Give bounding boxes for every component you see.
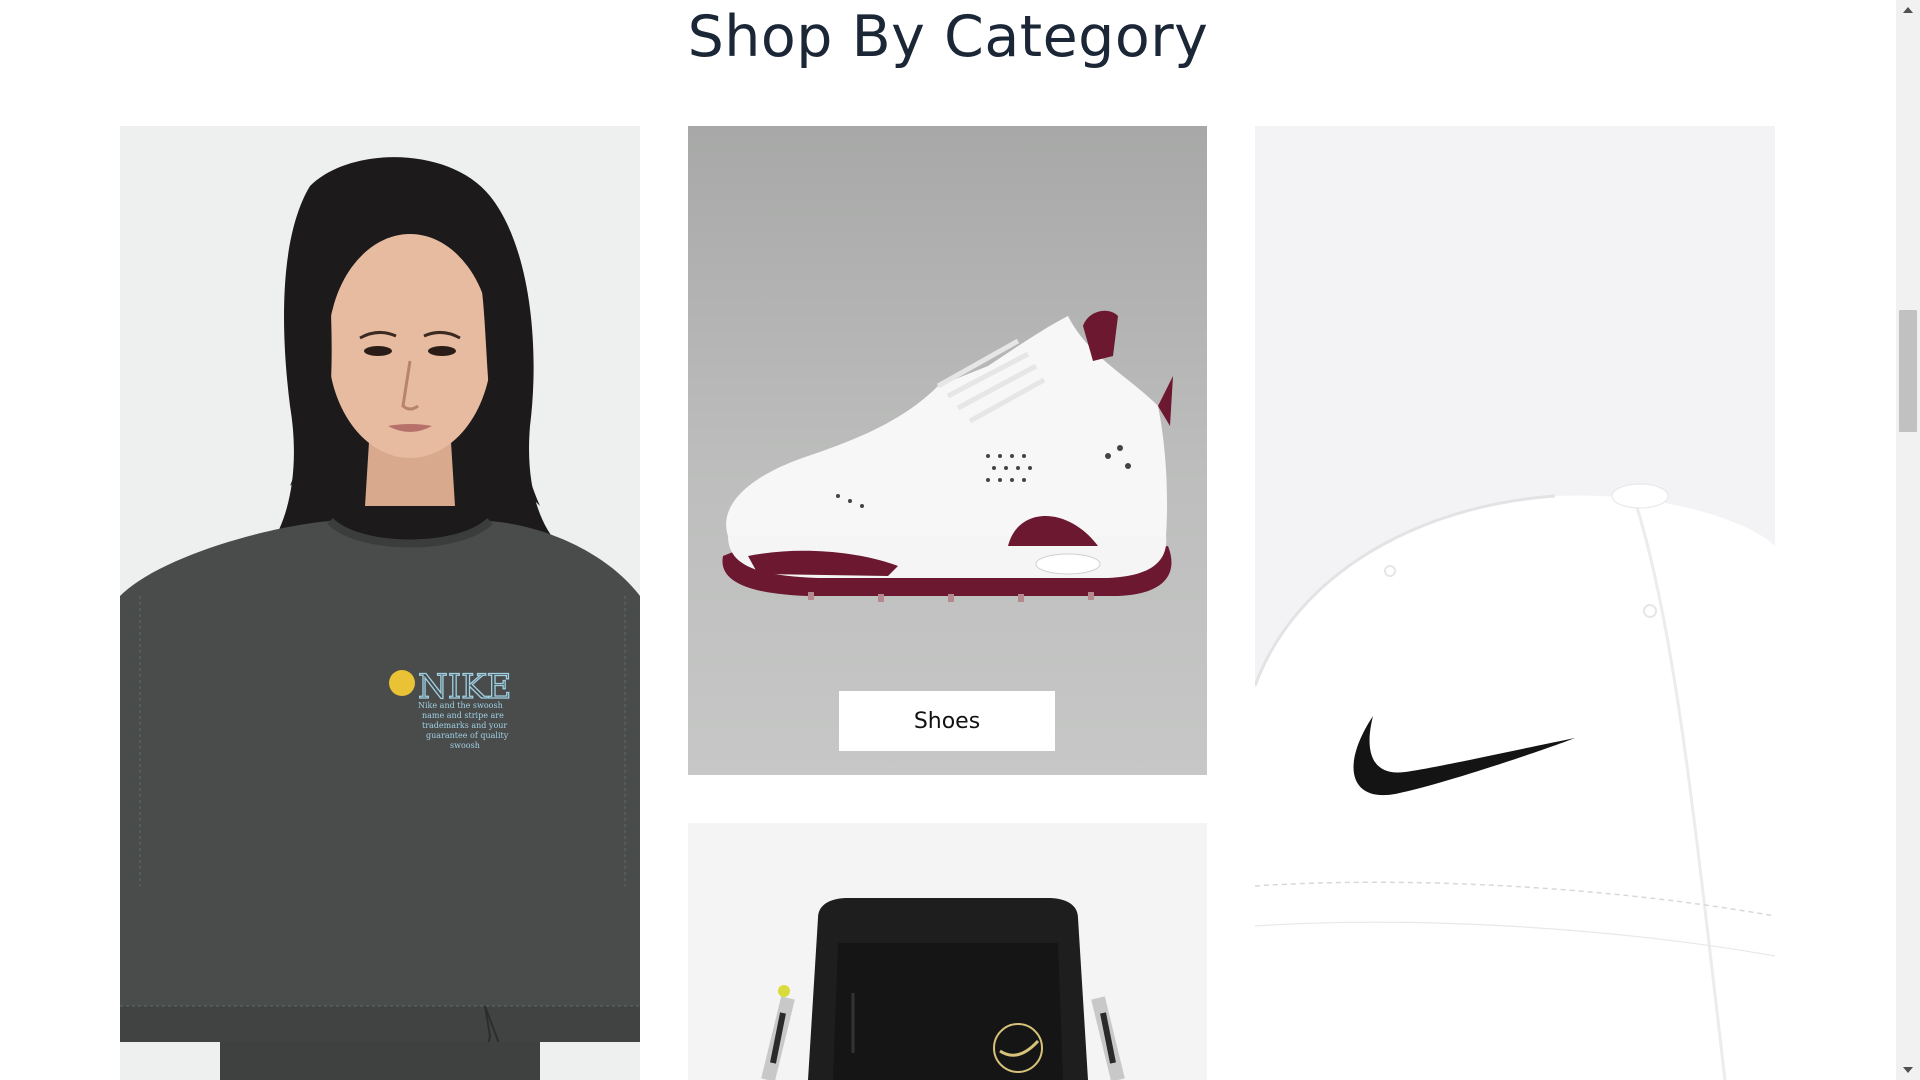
apparel-image: NIKE Nike and the swoosh name and stripe… — [120, 126, 640, 1080]
category-card-apparel[interactable]: NIKE Nike and the swoosh name and stripe… — [120, 126, 640, 1080]
scrollbar-thumb[interactable] — [1899, 310, 1917, 432]
shoes-category-button[interactable]: Shoes — [839, 691, 1055, 751]
vertical-scrollbar[interactable] — [1896, 0, 1920, 1080]
hats-image — [1255, 126, 1775, 1080]
category-card-bags[interactable] — [688, 823, 1207, 1080]
svg-text:guarantee of quality: guarantee of quality — [426, 731, 509, 740]
svg-text:trademarks and your: trademarks and your — [422, 721, 507, 730]
shoes-image — [722, 310, 1173, 602]
scroll-down-arrow-icon[interactable] — [1896, 1060, 1920, 1080]
svg-text:name and stripe are: name and stripe are — [422, 711, 504, 720]
svg-text:swoosh: swoosh — [450, 741, 480, 750]
svg-text:Nike and the swoosh: Nike and the swoosh — [418, 701, 503, 710]
scroll-up-arrow-icon[interactable] — [1896, 0, 1920, 20]
bags-image — [688, 823, 1207, 1080]
page-title: Shop By Category — [687, 4, 1209, 70]
category-card-shoes[interactable]: Shoes — [688, 126, 1207, 775]
category-card-hats[interactable] — [1255, 126, 1775, 1080]
